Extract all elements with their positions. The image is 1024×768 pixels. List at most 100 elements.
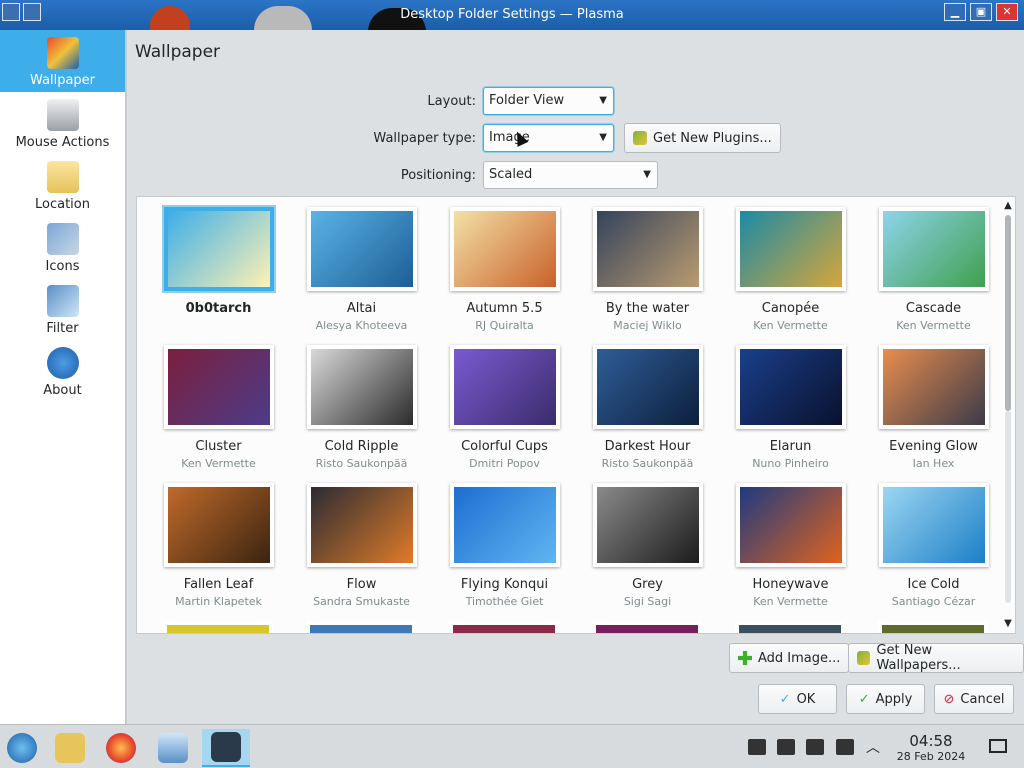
scrollbar-thumb[interactable] — [1005, 215, 1011, 411]
wallpaper-thumbnail[interactable] — [163, 345, 274, 429]
wallpaper-tile[interactable]: Honeywave Ken Vermette — [719, 483, 862, 621]
clock-time: 04:58 — [909, 732, 953, 750]
wallpaper-thumbnail[interactable] — [449, 483, 560, 567]
wallpaper-thumbnail[interactable] — [163, 483, 274, 567]
wallpaper-author: Sandra Smukaste — [313, 595, 410, 608]
scroll-down-icon[interactable]: ▼ — [1001, 617, 1015, 631]
file-manager-launcher[interactable] — [48, 729, 92, 767]
wallpaper-thumbnail[interactable] — [592, 483, 703, 567]
get-new-wallpapers-button[interactable]: Get New Wallpapers... — [848, 643, 1024, 673]
wallpaper-tile[interactable]: By the water Maciej Wiklo — [576, 207, 719, 345]
wallpaper-thumbnail[interactable] — [735, 345, 846, 429]
wallpaper-tile[interactable]: Colorful Cups Dmitri Popov — [433, 345, 576, 483]
wallpaper-thumbnail[interactable] — [449, 345, 560, 429]
task-desktop-folder-settings[interactable] — [202, 729, 250, 767]
wallpaper-name: By the water — [605, 301, 690, 316]
wallpaper-tile[interactable]: Altai Alesya Khoteeva — [290, 207, 433, 345]
wallpaper-tile[interactable]: Darkest Hour Risto Saukonpää — [576, 345, 719, 483]
sidebar-item-wallpaper[interactable]: Wallpaper — [0, 30, 125, 92]
wallpaper-thumbnail[interactable] — [306, 207, 417, 291]
clock[interactable]: 04:58 28 Feb 2024 — [893, 732, 969, 763]
scrollbar-track[interactable] — [1005, 411, 1011, 603]
folder-icon — [46, 161, 79, 193]
display-icon[interactable] — [836, 739, 854, 755]
wallpaper-thumbnail[interactable] — [735, 207, 846, 291]
scroll-up-icon[interactable]: ▲ — [1001, 199, 1015, 213]
filter-icon — [46, 285, 79, 317]
chevron-up-icon[interactable]: ︿ — [866, 737, 880, 757]
cancel-icon: ⊘ — [943, 691, 955, 707]
wallpaper-thumbnail[interactable] — [878, 483, 989, 567]
apply-button[interactable]: ✓ Apply — [846, 684, 925, 714]
sidebar-item-mouse-actions[interactable]: Mouse Actions — [0, 92, 125, 154]
wallpaper-thumbnail[interactable] — [592, 207, 703, 291]
cancel-button[interactable]: ⊘ Cancel — [934, 684, 1014, 714]
wallpaper-grid[interactable]: 0b0tarch Altai Alesya Khoteeva Autumn 5.5 RJ… — [136, 196, 1016, 634]
vertical-scrollbar[interactable]: ▲ ▼ — [1001, 197, 1015, 633]
wallpaper-tile[interactable]: Flow Sandra Smukaste — [290, 483, 433, 621]
minimize-icon[interactable]: ▁ — [944, 3, 966, 21]
wallpaper-thumbnail[interactable] — [163, 207, 274, 291]
sidebar-item-location[interactable]: Location — [0, 154, 125, 216]
wallpaper-tile[interactable]: Canopée Ken Vermette — [719, 207, 862, 345]
volume-muted-icon[interactable] — [777, 739, 795, 755]
wallpaper-type-row: Wallpaper type: Image ▼ Get New Plugins.… — [276, 123, 781, 153]
wallpaper-thumbnail-partial[interactable] — [735, 621, 845, 633]
wallpaper-tile[interactable]: Autumn 5.5 RJ Quiralta — [433, 207, 576, 345]
wallpaper-thumbnail[interactable] — [735, 483, 846, 567]
firefox-launcher[interactable] — [99, 729, 143, 767]
wallpaper-tile[interactable]: Grey Sigi Sagi — [576, 483, 719, 621]
layout-select[interactable]: Folder View ▼ — [483, 87, 614, 115]
sidebar-item-about[interactable]: About — [0, 340, 125, 402]
wallpaper-tile[interactable]: Ice Cold Santiago Cézar — [862, 483, 1005, 621]
network-icon[interactable] — [806, 739, 824, 755]
wallpaper-author: Sigi Sagi — [623, 595, 672, 608]
get-new-plugins-button[interactable]: Get New Plugins... — [624, 123, 781, 153]
wallpaper-tile[interactable]: 0b0tarch — [147, 207, 290, 345]
checkmark-icon: ✓ — [779, 691, 791, 707]
wallpaper-name: Evening Glow — [889, 439, 978, 454]
wallpaper-thumbnail-partial[interactable] — [878, 621, 988, 633]
show-desktop-icon[interactable] — [989, 739, 1007, 753]
mouse-icon — [46, 99, 79, 131]
sidebar-item-filter[interactable]: Filter — [0, 278, 125, 340]
wallpaper-thumbnail-partial[interactable] — [449, 621, 559, 633]
positioning-select[interactable]: Scaled ▼ — [483, 161, 658, 189]
wallpaper-tile[interactable]: Cold Ripple Risto Saukonpää — [290, 345, 433, 483]
wallpaper-thumbnail[interactable] — [878, 207, 989, 291]
wallpaper-author: Ken Vermette — [753, 595, 828, 608]
wallpaper-thumbnail[interactable] — [306, 345, 417, 429]
wallpaper-tile[interactable]: Flying Konqui Timothée Giet — [433, 483, 576, 621]
wallpaper-thumbnail[interactable] — [878, 345, 989, 429]
system-settings-launcher[interactable] — [151, 729, 195, 767]
close-icon[interactable]: ✕ — [996, 3, 1018, 21]
wallpaper-tile[interactable]: Cascade Ken Vermette — [862, 207, 1005, 345]
taskbar: ︿ 04:58 28 Feb 2024 — [0, 724, 1024, 768]
ok-button[interactable]: ✓ OK — [758, 684, 837, 714]
maximize-icon[interactable]: ▣ — [970, 3, 992, 21]
add-image-button[interactable]: Add Image... — [729, 643, 850, 673]
wallpaper-thumbnail-partial[interactable] — [163, 621, 273, 633]
wallpaper-tile[interactable]: Elarun Nuno Pinheiro — [719, 345, 862, 483]
wallpaper-type-select[interactable]: Image ▼ — [483, 124, 614, 152]
start-menu-button[interactable] — [0, 729, 44, 767]
plasma-icon — [211, 732, 241, 762]
wallpaper-grid-partial-row — [147, 621, 1005, 633]
wallpaper-thumbnail-partial[interactable] — [592, 621, 702, 633]
wallpaper-author: Alesya Khoteeva — [315, 319, 408, 332]
wallpaper-name: Flow — [346, 577, 377, 592]
wallpaper-tile[interactable]: Evening Glow Ian Hex — [862, 345, 1005, 483]
wallpaper-thumbnail[interactable] — [306, 483, 417, 567]
wallpaper-thumbnail[interactable] — [592, 345, 703, 429]
wallpaper-tile[interactable]: Cluster Ken Vermette — [147, 345, 290, 483]
wallpaper-thumbnail-partial[interactable] — [306, 621, 416, 633]
wallpaper-author: Risto Saukonpää — [315, 457, 408, 470]
wallpaper-author: Martin Klapetek — [175, 595, 262, 608]
clipboard-icon[interactable] — [748, 739, 766, 755]
main-panel: Wallpaper Layout: Folder View ▼ Wallpape… — [127, 30, 1024, 724]
wallpaper-tile[interactable]: Fallen Leaf Martin Klapetek — [147, 483, 290, 621]
sidebar-item-icons[interactable]: Icons — [0, 216, 125, 278]
wallpaper-thumbnail[interactable] — [449, 207, 560, 291]
wallpaper-author: RJ Quiralta — [475, 319, 534, 332]
positioning-value: Scaled — [489, 167, 533, 182]
